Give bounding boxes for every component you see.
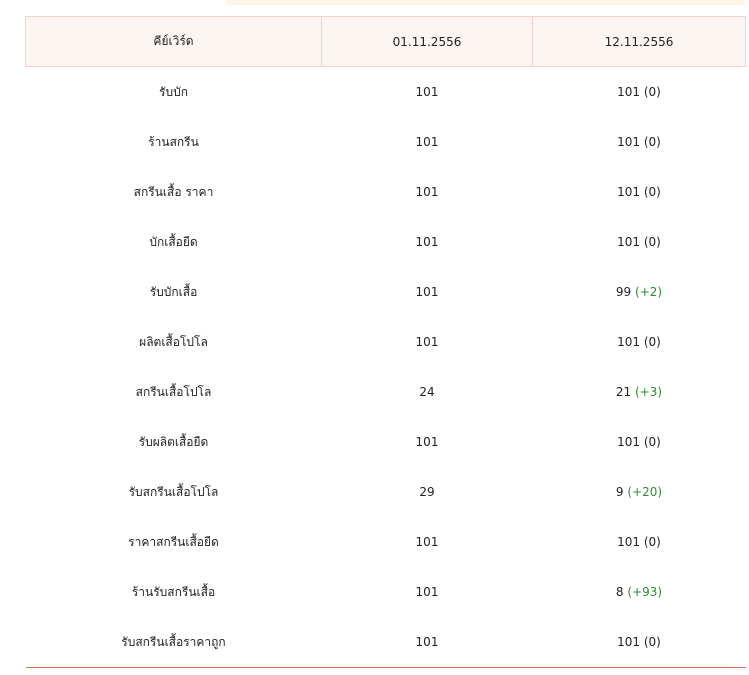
header-keyword: คีย์เวิร์ด bbox=[25, 16, 322, 67]
rank-date-2-cell: 8 (+93) bbox=[533, 567, 746, 617]
table-header-row: คีย์เวิร์ด 01.11.2556 12.11.2556 bbox=[25, 16, 746, 67]
table-row: ร้านรับสกรีนเสื้อ 101 8 (+93) bbox=[26, 567, 746, 617]
rank-value: 8 bbox=[615, 585, 624, 599]
rank-value: 101 bbox=[617, 85, 641, 99]
rank-value: 101 bbox=[617, 335, 641, 349]
keyword-cell: บักเสื้อยืด bbox=[149, 234, 198, 249]
rank-date-2-cell: 101 (0) bbox=[532, 617, 746, 668]
rank-date-2-cell: 101 (0) bbox=[533, 117, 746, 167]
rank-value: 101 bbox=[617, 635, 641, 649]
table-row: รับผลิตเสื้อยืด 101 101 (0) bbox=[26, 417, 746, 467]
rank-value: 9 bbox=[615, 485, 624, 499]
table-row: รับบัก 101 101 (0) bbox=[26, 67, 746, 118]
keyword-cell: ราคาสกรีนเสื้อยืด bbox=[128, 534, 219, 549]
table-row: ราคาสกรีนเสื้อยืด 101 101 (0) bbox=[26, 517, 746, 567]
rank-change: (0) bbox=[643, 335, 661, 349]
rank-change: (+20) bbox=[627, 485, 663, 499]
rank-value: 101 bbox=[617, 135, 641, 149]
keyword-cell: รับบักเสื้อ bbox=[149, 284, 198, 299]
rank-date-2-cell: 9 (+20) bbox=[533, 467, 746, 517]
rank-date-1-cell: 101 bbox=[415, 135, 439, 149]
header-date-1: 01.11.2556 bbox=[321, 16, 533, 67]
rank-date-1-cell: 101 bbox=[415, 185, 439, 199]
rank-change: (+2) bbox=[635, 285, 663, 299]
rank-date-2-cell: 101 (0) bbox=[533, 217, 746, 267]
top-banner-strip bbox=[226, 0, 745, 5]
header-date-2: 12.11.2556 bbox=[532, 16, 746, 67]
keyword-cell: ร้านสกรีน bbox=[148, 134, 199, 149]
rank-date-2-cell: 101 (0) bbox=[533, 417, 746, 467]
rank-change: (0) bbox=[643, 185, 661, 199]
rank-date-1-cell: 101 bbox=[415, 335, 439, 349]
rank-date-1-cell: 29 bbox=[419, 485, 435, 499]
rank-change: (0) bbox=[643, 135, 661, 149]
rank-change: (0) bbox=[643, 435, 661, 449]
rank-value: 21 bbox=[615, 385, 632, 399]
rank-value: 101 bbox=[617, 435, 641, 449]
rank-change: (0) bbox=[643, 535, 661, 549]
table-row: บักเสื้อยืด 101 101 (0) bbox=[26, 217, 746, 267]
rank-date-2-cell: 101 (0) bbox=[533, 517, 746, 567]
rank-value: 101 bbox=[617, 185, 641, 199]
table-row: ร้านสกรีน 101 101 (0) bbox=[26, 117, 746, 167]
keyword-cell: สกรีนเสื้อโปโล bbox=[135, 384, 212, 399]
rank-change: (0) bbox=[643, 85, 661, 99]
rank-date-1-cell: 101 bbox=[415, 585, 439, 599]
rank-date-1-cell: 101 bbox=[321, 617, 533, 668]
rank-date-1-cell: 101 bbox=[415, 435, 439, 449]
table-row: สกรีนเสื้อ ราคา 101 101 (0) bbox=[26, 167, 746, 217]
rank-date-2-cell: 101 (0) bbox=[533, 317, 746, 367]
table-body: รับบัก 101 101 (0) ร้านสกรีน 101 101 (0) สกรีน… bbox=[25, 67, 746, 668]
rank-date-2-cell: 21 (+3) bbox=[533, 367, 746, 417]
table-row: รับบักเสื้อ 101 99 (+2) bbox=[26, 267, 746, 317]
keyword-cell: รับบัก bbox=[159, 84, 188, 99]
keyword-ranking-table: คีย์เวิร์ด 01.11.2556 12.11.2556 รับบัก 1… bbox=[25, 16, 746, 668]
rank-date-1-cell: 101 bbox=[415, 285, 439, 299]
rank-change: (+93) bbox=[627, 585, 663, 599]
table-row: ผลิตเสื้อโปโล 101 101 (0) bbox=[26, 317, 746, 367]
rank-date-2-cell: 99 (+2) bbox=[533, 267, 746, 317]
rank-date-2-cell: 101 (0) bbox=[533, 67, 746, 118]
rank-value: 99 bbox=[615, 285, 632, 299]
table-row: รับสกรีนเสื้อราคาถูก 101 101 (0) bbox=[25, 617, 746, 668]
keyword-cell: ร้านรับสกรีนเสื้อ bbox=[131, 584, 216, 599]
rank-value: 101 bbox=[617, 535, 641, 549]
table-row: รับสกรีนเสื้อโปโล 29 9 (+20) bbox=[26, 467, 746, 517]
rank-change: (+3) bbox=[635, 385, 663, 399]
rank-date-2-cell: 101 (0) bbox=[533, 167, 746, 217]
keyword-cell: รับสกรีนเสื้อราคาถูก bbox=[25, 617, 322, 668]
rank-change: (0) bbox=[643, 635, 661, 649]
rank-date-1-cell: 101 bbox=[415, 85, 439, 99]
rank-date-1-cell: 101 bbox=[415, 235, 439, 249]
keyword-cell: รับผลิตเสื้อยืด bbox=[138, 434, 209, 449]
rank-date-1-cell: 24 bbox=[419, 385, 435, 399]
keyword-cell: รับสกรีนเสื้อโปโล bbox=[128, 484, 219, 499]
keyword-cell: ผลิตเสื้อโปโล bbox=[139, 334, 208, 349]
rank-date-1-cell: 101 bbox=[415, 535, 439, 549]
rank-change: (0) bbox=[643, 235, 661, 249]
table-row: สกรีนเสื้อโปโล 24 21 (+3) bbox=[26, 367, 746, 417]
keyword-cell: สกรีนเสื้อ ราคา bbox=[133, 184, 214, 199]
rank-value: 101 bbox=[617, 235, 641, 249]
